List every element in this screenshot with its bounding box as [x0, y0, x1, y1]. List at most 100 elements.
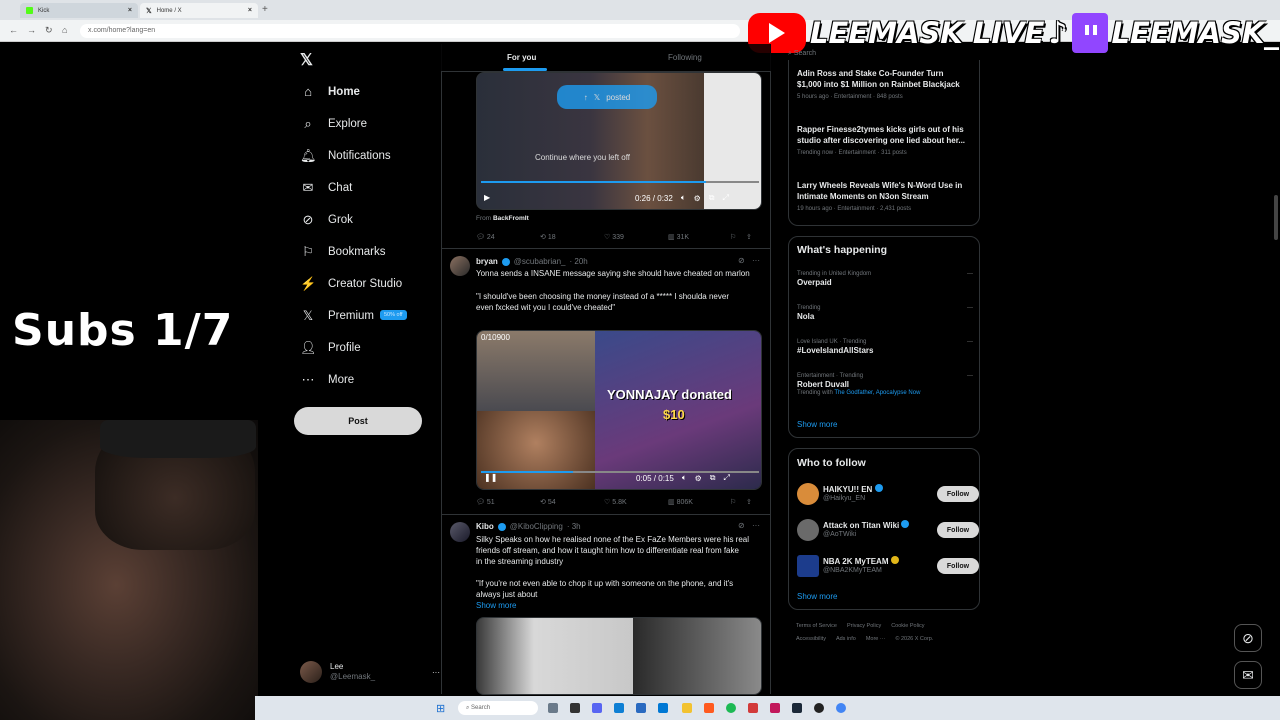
sidebar-item-profile[interactable]: 👤︎ Profile — [300, 340, 361, 356]
volume-icon[interactable]: 🔈︎ — [681, 193, 686, 203]
url-field[interactable]: x.com/home?lang=en — [80, 24, 740, 38]
grok-icon[interactable]: ⊘ — [1234, 624, 1262, 652]
more-options-icon[interactable]: ··· — [967, 373, 973, 379]
footer-link[interactable]: More ··· — [866, 636, 886, 642]
new-tab-icon[interactable]: + — [262, 4, 268, 15]
repost-button[interactable]: ⟲ 18 — [540, 233, 604, 241]
sidebar-item-bookmarks[interactable]: ⚐ Bookmarks — [300, 244, 385, 260]
close-tab-icon[interactable]: × — [248, 7, 252, 14]
grok-icon[interactable]: ⊘ — [738, 521, 745, 530]
brave-icon[interactable] — [704, 703, 714, 713]
more-options-icon[interactable]: ··· — [432, 668, 440, 677]
avatar[interactable] — [450, 256, 470, 276]
settings-icon[interactable]: ⚙ — [694, 194, 701, 203]
tweet-video[interactable]: ↑ 𝕏 posted Continue where you left off — [476, 72, 762, 210]
tweet-image[interactable] — [476, 617, 762, 695]
news-item[interactable]: Rapper Finesse2tymes kicks girls out of … — [797, 124, 975, 156]
video-progress-track[interactable] — [481, 181, 759, 183]
browser-tab-kick[interactable]: Kick × — [20, 3, 138, 18]
new-posts-pill[interactable]: ↑ 𝕏 posted — [557, 85, 657, 109]
x-logo-icon[interactable]: 𝕏 — [300, 50, 313, 70]
show-more-link[interactable]: Show more — [797, 592, 837, 601]
fullscreen-icon[interactable]: ⤢ — [724, 473, 730, 483]
messages-icon[interactable]: ✉ — [1234, 661, 1262, 689]
reload-icon[interactable]: ↻ — [45, 25, 53, 36]
taskbar-search[interactable]: ⌕ Search — [458, 701, 538, 715]
share-icon[interactable]: ⇪ — [746, 233, 752, 241]
author-name[interactable]: bryan — [476, 257, 498, 266]
follow-suggestion[interactable]: NBA 2K MyTEAM @NBA2KMyTEAM Follow — [797, 555, 979, 577]
show-more-link[interactable]: Show more — [476, 600, 768, 611]
follow-suggestion[interactable]: HAIKYU!! EN @Haikyu_EN Follow — [797, 483, 979, 505]
account-switcher[interactable]: Lee @Leemask_ ··· — [300, 658, 440, 686]
pip-icon[interactable]: ⧉ — [710, 473, 716, 483]
pause-icon[interactable]: ❚❚ — [484, 473, 497, 482]
trend-item[interactable]: Trending in United Kingdom Overpaid ··· — [797, 271, 973, 288]
source-link[interactable]: BackFromIt — [493, 215, 529, 222]
avatar[interactable] — [450, 522, 470, 542]
back-icon[interactable]: ← — [9, 25, 18, 35]
forward-icon[interactable]: → — [27, 25, 36, 35]
author-handle[interactable]: @KiboClipping — [510, 522, 563, 531]
trend-extra-links[interactable]: The Godfather, Apocalypse Now — [834, 390, 920, 396]
bookmark-icon[interactable]: ⚐ — [730, 498, 746, 506]
follow-button[interactable]: Follow — [937, 522, 979, 538]
footer-link[interactable]: Privacy Policy — [847, 623, 881, 629]
more-options-icon[interactable]: ··· — [967, 305, 973, 311]
follow-button[interactable]: Follow — [937, 486, 979, 502]
spotify-icon[interactable] — [726, 703, 736, 713]
sidebar-item-more[interactable]: ⋯ More — [300, 372, 355, 388]
reply-button[interactable]: 💬︎ 51 — [476, 498, 540, 506]
footer-link[interactable]: Ads info — [836, 636, 856, 642]
news-item[interactable]: Larry Wheels Reveals Wife's N-Word Use i… — [797, 180, 975, 212]
repost-button[interactable]: ⟲ 54 — [540, 498, 604, 506]
scrollbar[interactable] — [1274, 195, 1278, 240]
sidebar-item-creator-studio[interactable]: ⚡ Creator Studio — [300, 276, 402, 292]
news-item[interactable]: Adin Ross and Stake Co-Founder Turn $1,0… — [797, 68, 975, 100]
sidebar-item-explore[interactable]: ⌕ Explore — [300, 116, 367, 132]
grok-icon[interactable]: ⊘ — [738, 256, 745, 265]
trend-item[interactable]: Entertainment · Trending Robert Duvall T… — [797, 373, 973, 396]
reply-button[interactable]: 💬︎ 24 — [476, 233, 540, 241]
volume-icon[interactable]: 🔈︎ — [682, 473, 687, 483]
store-icon[interactable] — [636, 703, 646, 713]
home-browser-icon[interactable]: ⌂ — [62, 25, 67, 35]
tweet-time[interactable]: · 3h — [567, 522, 581, 531]
app-icon[interactable] — [748, 703, 758, 713]
edge-icon[interactable] — [614, 703, 624, 713]
app-icon[interactable] — [770, 703, 780, 713]
views-button[interactable]: ▥ 31K — [668, 233, 730, 241]
share-icon[interactable]: ⇪ — [746, 498, 752, 506]
follow-suggestion[interactable]: Attack on Titan Wiki @AoTWiki Follow — [797, 519, 979, 541]
like-button[interactable]: ♡ 339 — [604, 233, 668, 241]
obs-icon[interactable] — [814, 703, 824, 713]
pip-icon[interactable]: ⧉ — [709, 193, 715, 203]
more-options-icon[interactable]: ··· — [752, 256, 760, 265]
footer-link[interactable]: Terms of Service — [796, 623, 837, 629]
author-handle[interactable]: @scubabrian_ — [514, 257, 566, 266]
settings-app-icon[interactable] — [658, 703, 668, 713]
close-tab-icon[interactable]: × — [128, 7, 132, 14]
like-button[interactable]: ♡ 5.8K — [604, 498, 668, 506]
follow-button[interactable]: Follow — [937, 558, 979, 574]
trend-item[interactable]: Love Island UK · Trending #LoveIslandAll… — [797, 339, 973, 356]
task-view-icon[interactable] — [570, 703, 580, 713]
trend-item[interactable]: Trending Nola ··· — [797, 305, 973, 322]
tab-for-you[interactable]: For you — [507, 53, 536, 62]
sidebar-item-grok[interactable]: ⊘ Grok — [300, 212, 353, 228]
chrome-icon[interactable] — [836, 703, 846, 713]
footer-link[interactable]: Accessibility — [796, 636, 826, 642]
steam-icon[interactable] — [792, 703, 802, 713]
sidebar-item-home[interactable]: ⌂ Home — [300, 84, 360, 99]
author-name[interactable]: Kibo — [476, 522, 494, 531]
play-icon[interactable]: ▶ — [484, 193, 490, 202]
discord-icon[interactable] — [592, 703, 602, 713]
show-more-link[interactable]: Show more — [797, 420, 837, 429]
browser-tab-x[interactable]: 𝕏 Home / X × — [140, 3, 258, 18]
sidebar-item-notifications[interactable]: 🔔︎ Notifications — [300, 148, 391, 164]
sidebar-item-premium[interactable]: 𝕏 Premium — [300, 308, 374, 324]
more-options-icon[interactable]: ··· — [752, 521, 760, 530]
sidebar-item-chat[interactable]: ✉ Chat — [300, 180, 353, 196]
tweet-video[interactable]: 0/10900 YONNAJAY donated $10 — [476, 330, 762, 490]
tweet-time[interactable]: · 20h — [570, 257, 588, 266]
